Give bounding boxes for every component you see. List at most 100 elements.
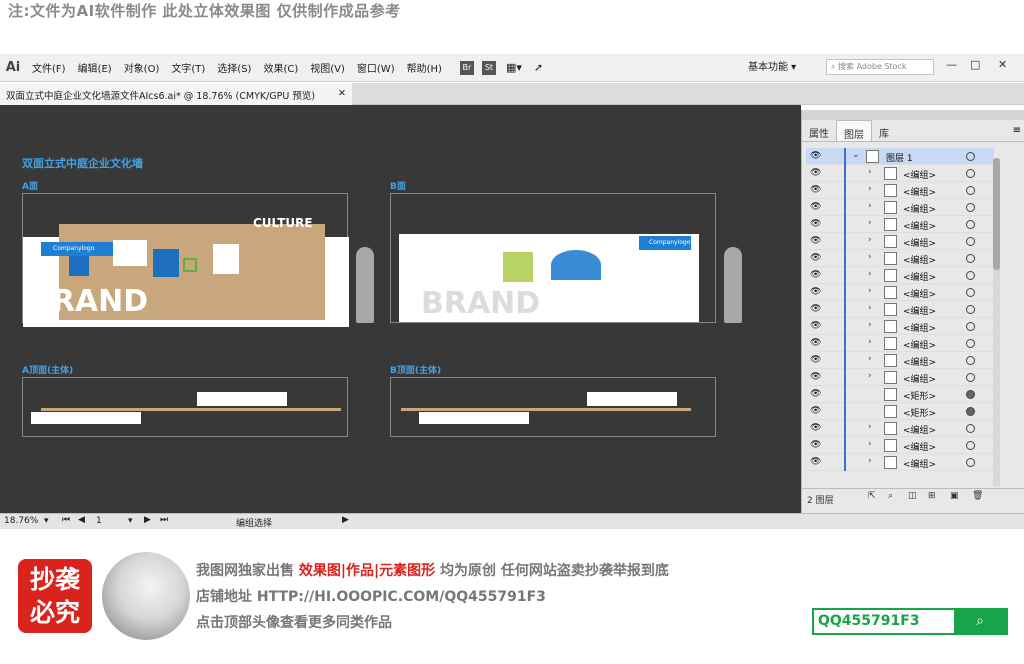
stock-button[interactable]: St [481, 60, 496, 75]
clip-mask-icon[interactable]: ◫ [908, 491, 917, 501]
layer-row[interactable]: 👁 › <编组> [806, 420, 994, 437]
layer-row[interactable]: 👁 › <编组> [806, 199, 994, 216]
chevron-right-icon[interactable]: › [868, 269, 872, 279]
layer-row[interactable]: 👁 › <编组> [806, 454, 994, 471]
menu-type[interactable]: 文字(T) [165, 60, 211, 75]
layer-row[interactable]: 👁 › <编组> [806, 182, 994, 199]
minimize-button[interactable]: — [946, 58, 957, 71]
target-icon[interactable] [966, 373, 975, 382]
menu-edit[interactable]: 编辑(E) [72, 60, 118, 75]
chevron-right-icon[interactable]: › [868, 286, 872, 296]
eye-icon[interactable]: 👁 [810, 406, 821, 416]
new-layer-icon[interactable]: ▣ [950, 491, 959, 501]
menu-file[interactable]: 文件(F) [26, 60, 72, 75]
eye-icon[interactable]: 👁 [810, 270, 821, 280]
chevron-right-icon[interactable]: › [868, 252, 872, 262]
qq-search-button[interactable]: ⌕ [954, 610, 1006, 633]
layer-row[interactable]: 👁 › <编组> [806, 284, 994, 301]
eye-icon[interactable]: 👁 [810, 185, 821, 195]
new-sublayer-icon[interactable]: ⊞ [928, 491, 936, 501]
last-page-icon[interactable]: ⏭ [160, 515, 168, 525]
eye-icon[interactable]: 👁 [810, 321, 821, 331]
artboard-b-top[interactable] [390, 377, 716, 437]
close-tab-icon[interactable]: ✕ [338, 88, 346, 99]
bridge-button[interactable]: Br [459, 60, 474, 75]
chevron-right-icon[interactable]: › [868, 184, 872, 194]
target-icon[interactable] [966, 186, 975, 195]
target-icon[interactable] [966, 424, 975, 433]
eye-icon[interactable]: 👁 [810, 253, 821, 263]
target-icon[interactable] [966, 271, 975, 280]
trash-icon[interactable]: 🗑 [972, 491, 983, 501]
page-field[interactable]: 1 [96, 516, 102, 526]
layer-row[interactable]: 👁 <矩形> [806, 403, 994, 420]
eye-icon[interactable]: 👁 [810, 338, 821, 348]
document-tab[interactable]: 双面立式中庭企业文化墙源文件AIcs6.ai* @ 18.76% (CMYK/G… [0, 83, 352, 105]
target-icon[interactable] [966, 237, 975, 246]
layers-scrollbar[interactable] [993, 158, 1000, 486]
close-window-button[interactable]: ✕ [998, 58, 1007, 71]
chevron-right-icon[interactable]: › [868, 439, 872, 449]
layer-row[interactable]: 👁 › <编组> [806, 369, 994, 386]
rocket-icon[interactable]: ➚ [534, 61, 543, 74]
layer-row[interactable]: 👁 › <编组> [806, 250, 994, 267]
menu-object[interactable]: 对象(O) [118, 60, 166, 75]
layer-row[interactable]: 👁 › <编组> [806, 216, 994, 233]
target-icon[interactable] [966, 322, 975, 331]
status-arrow-icon[interactable]: ▶ [342, 515, 349, 525]
export-icon[interactable]: ⇱ [868, 491, 876, 501]
target-icon[interactable] [966, 220, 975, 229]
tab-layers[interactable]: 图层 [836, 120, 872, 141]
chevron-right-icon[interactable]: › [868, 320, 872, 330]
eye-icon[interactable]: 👁 [810, 202, 821, 212]
chevron-right-icon[interactable]: › [868, 337, 872, 347]
target-icon[interactable] [966, 203, 975, 212]
target-icon[interactable] [966, 169, 975, 178]
stock-search-input[interactable]: ⌕ 搜索 Adobe Stock [826, 59, 934, 75]
page-dropdown-icon[interactable]: ▾ [128, 516, 133, 526]
layer-row[interactable]: 👁 › <编组> [806, 335, 994, 352]
panel-menu-icon[interactable]: ≡ [1013, 125, 1021, 136]
eye-icon[interactable]: 👁 [810, 440, 821, 450]
chevron-right-icon[interactable]: › [868, 354, 872, 364]
layer-row[interactable]: 👁 › <编组> [806, 352, 994, 369]
layer-row[interactable]: 👁 › <编组> [806, 165, 994, 182]
chevron-right-icon[interactable]: › [868, 167, 872, 177]
menu-select[interactable]: 选择(S) [211, 60, 257, 75]
target-icon[interactable] [966, 305, 975, 314]
next-page-icon[interactable]: ▶ [144, 515, 151, 525]
target-icon[interactable] [966, 254, 975, 263]
target-icon[interactable] [966, 356, 975, 365]
eye-icon[interactable]: 👁 [810, 355, 821, 365]
menu-help[interactable]: 帮助(H) [401, 60, 448, 75]
target-icon[interactable] [966, 152, 975, 161]
artboard-a-top[interactable] [22, 377, 348, 437]
target-icon[interactable] [966, 441, 975, 450]
eye-icon[interactable]: 👁 [810, 151, 821, 161]
chevron-right-icon[interactable]: › [868, 218, 872, 228]
target-icon[interactable] [966, 458, 975, 467]
chevron-right-icon[interactable]: › [868, 456, 872, 466]
avatar[interactable] [102, 552, 190, 640]
eye-icon[interactable]: 👁 [810, 287, 821, 297]
eye-icon[interactable]: 👁 [810, 168, 821, 178]
maximize-button[interactable]: □ [970, 58, 980, 71]
artboard-canvas[interactable]: 双面立式中庭企业文化墙 A面 B面 Companylogo CULTURE BR… [0, 105, 801, 513]
layer-row[interactable]: 👁 › <编组> [806, 301, 994, 318]
tab-libraries[interactable]: 库 [872, 120, 896, 141]
locate-icon[interactable]: ⌕ [888, 491, 893, 501]
first-page-icon[interactable]: ⏮ [62, 515, 70, 525]
chevron-down-icon[interactable]: ⌄ [852, 150, 860, 160]
menu-window[interactable]: 窗口(W) [351, 60, 401, 75]
target-icon[interactable] [966, 407, 975, 416]
chevron-right-icon[interactable]: › [868, 422, 872, 432]
menu-view[interactable]: 视图(V) [304, 60, 351, 75]
eye-icon[interactable]: 👁 [810, 372, 821, 382]
layer-row[interactable]: 👁 › <编组> [806, 437, 994, 454]
layer-row[interactable]: 👁 › <编组> [806, 318, 994, 335]
chevron-right-icon[interactable]: › [868, 235, 872, 245]
prev-page-icon[interactable]: ◀ [78, 515, 85, 525]
tab-properties[interactable]: 属性 [802, 120, 836, 141]
workspace-switcher[interactable]: 基本功能 ▾ [748, 58, 796, 73]
menu-effect[interactable]: 效果(C) [257, 60, 304, 75]
